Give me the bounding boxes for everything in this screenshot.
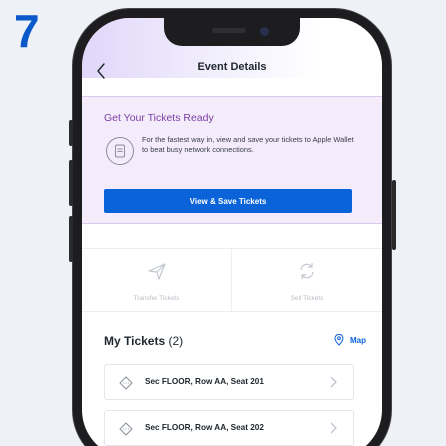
map-link[interactable]: Map <box>334 334 366 346</box>
step-number: 7 <box>14 5 40 57</box>
ticket-actions: Transfer Tickets Sell Tickets <box>82 248 382 312</box>
my-tickets-label: My Tickets <box>104 334 166 348</box>
phone-screen: Event Details Get Your Tickets Ready For… <box>82 18 382 446</box>
sell-tickets-label: Sell Tickets <box>290 295 324 302</box>
my-tickets-count: (2) <box>168 334 184 348</box>
phone-side-button <box>69 120 73 146</box>
page-title: Event Details <box>197 61 267 73</box>
map-label: Map <box>350 335 366 345</box>
phone-volume-down-button <box>69 216 73 262</box>
tickets-ready-description: For the fastest way in, view and save yo… <box>142 135 354 154</box>
ticket-label: Sec FLOOR, Row AA, Seat 201 <box>145 377 264 386</box>
ticket-icon <box>119 422 133 436</box>
phone-power-button <box>392 180 396 250</box>
my-tickets-header: My Tickets (2) Map <box>82 330 382 350</box>
phone-volume-up-button <box>69 160 73 206</box>
tickets-ready-title: Get Your Tickets Ready <box>104 112 214 124</box>
my-tickets-title: My Tickets (2) <box>104 334 183 348</box>
paper-plane-icon <box>147 261 167 286</box>
ticket-label: Sec FLOOR, Row AA, Seat 202 <box>145 423 264 432</box>
transfer-tickets-label: Transfer Tickets <box>133 295 180 302</box>
sell-refresh-icon <box>297 261 317 286</box>
map-pin-icon <box>334 334 344 346</box>
wallet-icon <box>106 137 134 165</box>
nav-bar: Event Details <box>82 54 382 94</box>
ticket-icon <box>119 376 133 390</box>
chevron-right-icon <box>330 422 337 434</box>
transfer-tickets-button[interactable]: Transfer Tickets <box>82 249 232 311</box>
notch <box>164 18 300 46</box>
tickets-ready-card: Get Your Tickets Ready For the fastest w… <box>82 96 382 224</box>
speaker-grille <box>212 28 246 33</box>
chevron-right-icon <box>330 376 337 388</box>
front-camera <box>260 27 269 36</box>
sell-tickets-button[interactable]: Sell Tickets <box>232 249 382 311</box>
ticket-row[interactable]: Sec FLOOR, Row AA, Seat 202 <box>104 410 354 446</box>
view-save-tickets-button[interactable]: View & Save Tickets <box>104 189 352 213</box>
ticket-row[interactable]: Sec FLOOR, Row AA, Seat 201 <box>104 364 354 400</box>
